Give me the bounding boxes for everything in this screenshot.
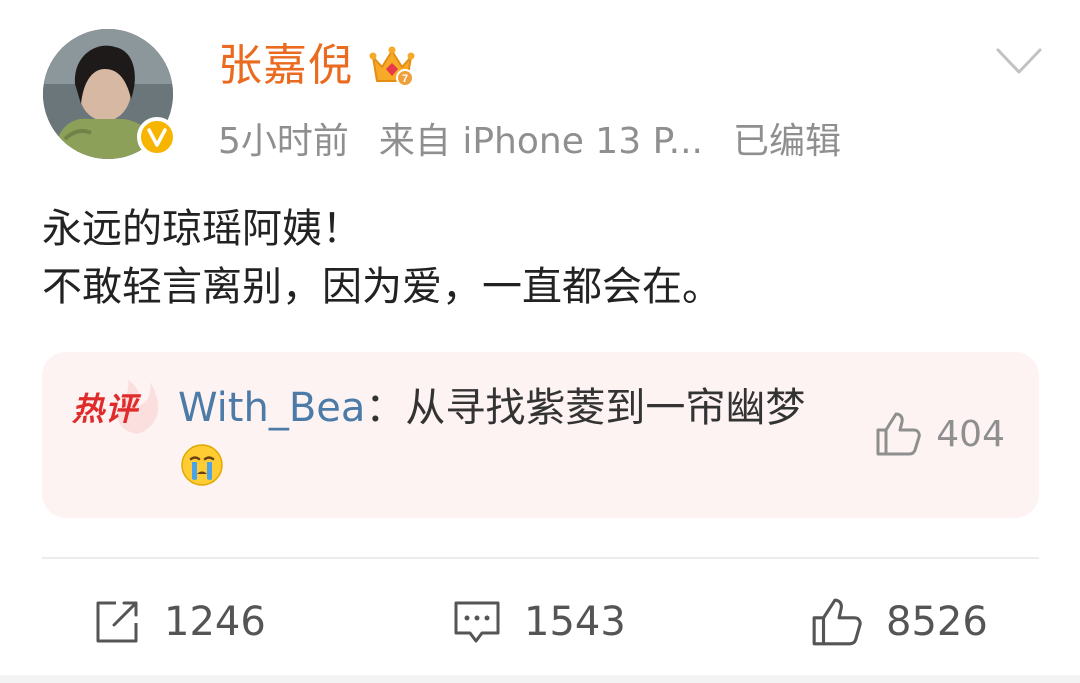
- comment-button[interactable]: 1543: [452, 594, 626, 650]
- edited-label[interactable]: 已编辑: [733, 112, 841, 164]
- hot-comment-badge: 热评: [72, 390, 139, 428]
- username[interactable]: 张嘉倪: [218, 36, 353, 96]
- repost-count: 1246: [164, 599, 266, 645]
- weibo-post: 张嘉倪 7 5小时前 来自 iPhone 13 P... 已编辑 永远的琼瑶阿姨…: [0, 0, 1080, 683]
- svg-text:7: 7: [402, 73, 408, 85]
- post-time: 5小时前: [218, 121, 349, 162]
- like-button[interactable]: 8526: [810, 594, 988, 650]
- verified-badge-icon: [137, 117, 177, 157]
- post-content: 永远的琼瑶阿姨！ 不敢轻言离别，因为爱，一直都会在。: [42, 200, 722, 316]
- repost-icon: [96, 601, 138, 643]
- post-meta: 5小时前 来自 iPhone 13 P... 已编辑: [218, 112, 871, 164]
- crown-icon[interactable]: 7: [367, 41, 417, 91]
- post-text-line-2: 不敢轻言离别，因为爱，一直都会在。: [42, 264, 722, 310]
- bottom-separator: [0, 675, 1080, 683]
- hot-comment-card[interactable]: 热评 With_Bea：从寻找紫菱到一帘幽梦 404: [42, 352, 1039, 518]
- divider: [42, 557, 1039, 559]
- comment-count: 1543: [524, 599, 626, 645]
- thumbs-up-icon: [876, 412, 922, 456]
- post-source[interactable]: 来自 iPhone 13 P...: [379, 112, 703, 164]
- hot-comment-body: With_Bea：从寻找紫菱到一帘幽梦: [178, 378, 818, 498]
- like-count: 8526: [886, 599, 988, 645]
- chevron-down-icon[interactable]: [994, 44, 1044, 78]
- hot-comment-like-count: 404: [936, 413, 1005, 455]
- hot-comment-author[interactable]: With_Bea: [178, 385, 365, 431]
- username-row: 张嘉倪 7: [218, 36, 417, 96]
- hot-comment-separator: ：: [365, 385, 406, 431]
- hot-comment-text: 从寻找紫菱到一帘幽梦: [405, 385, 806, 431]
- post-text-line-1: 永远的琼瑶阿姨！: [42, 206, 362, 252]
- thumbs-up-icon: [812, 598, 862, 646]
- hot-comment-like[interactable]: 404: [872, 408, 1005, 460]
- crying-face-icon: [181, 444, 223, 486]
- avatar-container[interactable]: [43, 29, 177, 159]
- repost-button[interactable]: 1246: [92, 594, 266, 650]
- comment-icon: [454, 601, 500, 643]
